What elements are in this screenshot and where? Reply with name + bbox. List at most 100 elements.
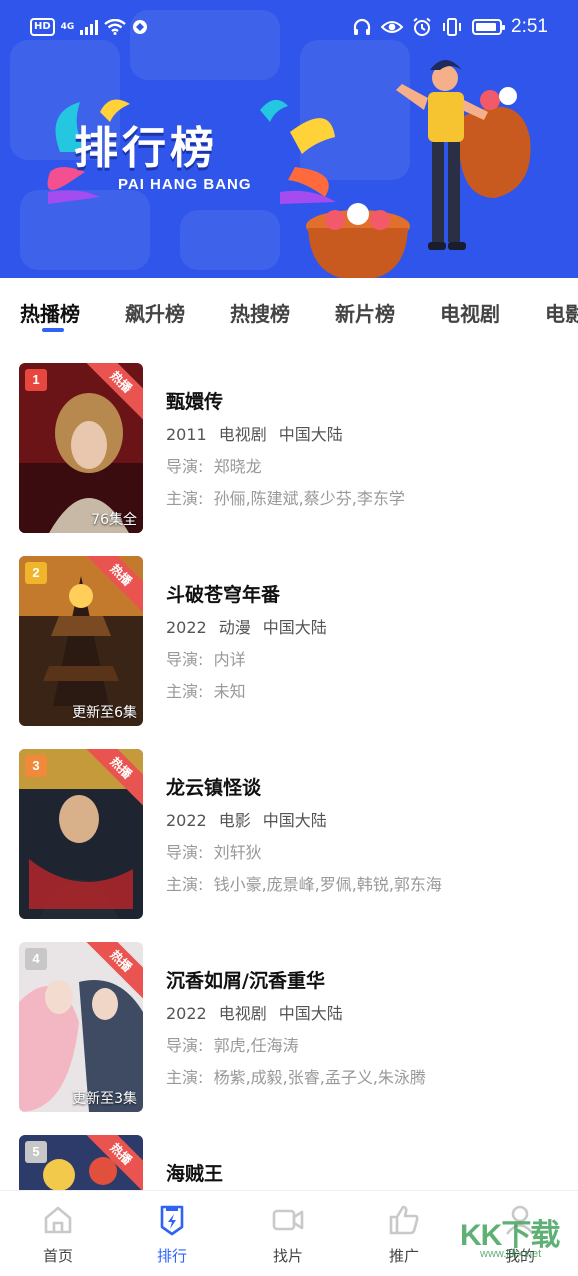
director-line: 导演: 刘轩狄	[166, 839, 566, 862]
hd-badge: HD	[30, 18, 55, 36]
tab-movie[interactable]: 电影	[545, 298, 578, 327]
watermark: KK下载 www.kkx.net	[450, 1208, 570, 1268]
nav-home[interactable]: 首页	[18, 1203, 98, 1266]
watermark-url: www.kkx.net	[480, 1248, 542, 1260]
genre: 电视剧	[218, 1004, 267, 1023]
director: 郑晓龙	[213, 457, 262, 476]
meta-line: 2011 电视剧 中国大陆	[166, 421, 566, 444]
rank-badge: 1	[25, 369, 47, 391]
title[interactable]: 龙云镇怪谈	[166, 773, 566, 799]
tab-tv-series[interactable]: 电视剧	[440, 298, 500, 327]
tab-hot-play[interactable]: 热播榜	[20, 298, 80, 327]
signal-icon	[80, 19, 99, 35]
battery-icon	[472, 19, 506, 35]
rank-badge: 3	[25, 755, 47, 777]
active-tab-indicator	[42, 328, 64, 332]
nav-label: 推广	[388, 1247, 419, 1265]
poster-image[interactable]: 3 热播	[19, 749, 143, 919]
vibrate-icon	[443, 18, 462, 36]
poster-image[interactable]: 4 热播 更新至3集	[19, 942, 143, 1112]
tab-rising[interactable]: 飙升榜	[125, 298, 185, 327]
year: 2022	[166, 811, 207, 830]
eye-icon	[381, 21, 404, 33]
region: 中国大陆	[278, 1004, 343, 1023]
banner-subtitle: PAI HANG BANG	[118, 176, 252, 193]
region: 中国大陆	[278, 425, 343, 444]
cast: 杨紫,成毅,张睿,孟子义,朱泳腾	[213, 1068, 426, 1087]
headphones-icon	[353, 18, 371, 35]
nav-label: 首页	[42, 1247, 73, 1265]
nav-label: 找片	[272, 1247, 303, 1265]
rank-badge: 2	[25, 562, 47, 584]
meta-line: 2022 动漫 中国大陆	[166, 614, 566, 637]
cast-label: 主演:	[166, 1068, 204, 1087]
director: 刘轩狄	[213, 843, 262, 862]
director-line: 导演: 郑晓龙	[166, 453, 566, 476]
year: 2022	[166, 1004, 207, 1023]
list-item[interactable]: 2 热播 更新至6集 斗破苍穹年番 2022 动漫 中国大陆 导演: 内详 主演: …	[0, 556, 578, 746]
nav-promote[interactable]: 推广	[364, 1203, 444, 1266]
cast-label: 主演:	[166, 489, 204, 508]
tab-new-release[interactable]: 新片榜	[335, 298, 395, 327]
cast-label: 主演:	[166, 682, 204, 701]
episode-status: 更新至3集	[72, 1091, 137, 1107]
cast: 钱小豪,庞景峰,罗佩,韩锐,郭东海	[213, 875, 442, 894]
wifi-icon	[104, 19, 127, 35]
rank-badge: 4	[25, 948, 47, 970]
poster-image[interactable]: 2 热播 更新至6集	[19, 556, 143, 726]
thumbs-up-icon	[389, 1205, 419, 1235]
meta-line: 2022 电影 中国大陆	[166, 807, 566, 830]
director-label: 导演:	[166, 457, 204, 476]
character-illustration	[306, 60, 531, 278]
region: 中国大陆	[262, 811, 327, 830]
director: 郭虎,任海涛	[213, 1036, 299, 1055]
video-camera-icon	[272, 1209, 304, 1231]
ranking-tabs: 热播榜 飙升榜 热搜榜 新片榜 电视剧 电影	[0, 278, 578, 342]
network-type: 4G	[60, 22, 75, 32]
ranking-icon	[160, 1205, 184, 1236]
title[interactable]: 沉香如屑/沉香重华	[166, 966, 566, 992]
nav-label: 排行	[156, 1247, 187, 1265]
meta-line: 2022 电视剧 中国大陆	[166, 1000, 566, 1023]
tab-hot-search[interactable]: 热搜榜	[230, 298, 290, 327]
title[interactable]: 海贼王	[166, 1159, 566, 1185]
banner-bg-card	[180, 210, 280, 270]
director-line: 导演: 内详	[166, 646, 566, 669]
list-item[interactable]: 4 热播 更新至3集 沉香如屑/沉香重华 2022 电视剧 中国大陆 导演: 郭虎,…	[0, 942, 578, 1132]
ranking-banner: HD 4G 2:51 排行榜 PAI HANG BANG	[0, 0, 578, 278]
title[interactable]: 甄嬛传	[166, 387, 566, 413]
director: 内详	[213, 650, 246, 669]
cast-label: 主演:	[166, 875, 204, 894]
episode-status: 更新至6集	[72, 705, 137, 721]
director-label: 导演:	[166, 1036, 204, 1055]
clock: 2:51	[511, 16, 548, 37]
cast: 孙俪,陈建斌,蔡少芬,李东学	[213, 489, 405, 508]
home-icon	[44, 1206, 72, 1234]
cast: 未知	[213, 682, 246, 701]
banner-title: 排行榜	[74, 123, 218, 174]
year: 2022	[166, 618, 207, 637]
genre: 动漫	[218, 618, 251, 637]
list-item[interactable]: 1 热播 76集全 甄嬛传 2011 电视剧 中国大陆 导演: 郑晓龙 主演: 孙俪…	[0, 363, 578, 553]
year: 2011	[166, 425, 207, 444]
cast-line: 主演: 孙俪,陈建斌,蔡少芬,李东学	[166, 485, 566, 508]
bottom-navigation: 首页 排行 找片 推广 我的 KK下载 www.kkx.net	[0, 1190, 578, 1276]
list-item[interactable]: 3 热播 龙云镇怪谈 2022 电影 中国大陆 导演: 刘轩狄 主演: 钱小豪,庞景…	[0, 749, 578, 939]
cast-line: 主演: 钱小豪,庞景峰,罗佩,韩锐,郭东海	[166, 871, 566, 894]
director-label: 导演:	[166, 650, 204, 669]
director-label: 导演:	[166, 843, 204, 862]
episode-status: 76集全	[91, 512, 137, 528]
poster-image[interactable]: 1 热播 76集全	[19, 363, 143, 533]
director-line: 导演: 郭虎,任海涛	[166, 1032, 566, 1055]
alarm-icon	[413, 17, 431, 36]
nav-find[interactable]: 找片	[248, 1203, 328, 1266]
region: 中国大陆	[262, 618, 327, 637]
title[interactable]: 斗破苍穹年番	[166, 580, 566, 606]
genre: 电视剧	[218, 425, 267, 444]
vpn-icon	[133, 20, 148, 34]
genre: 电影	[218, 811, 251, 830]
cast-line: 主演: 杨紫,成毅,张睿,孟子义,朱泳腾	[166, 1064, 566, 1087]
cast-line: 主演: 未知	[166, 678, 566, 701]
nav-ranking[interactable]: 排行	[132, 1203, 212, 1266]
rank-badge: 5	[25, 1141, 47, 1163]
